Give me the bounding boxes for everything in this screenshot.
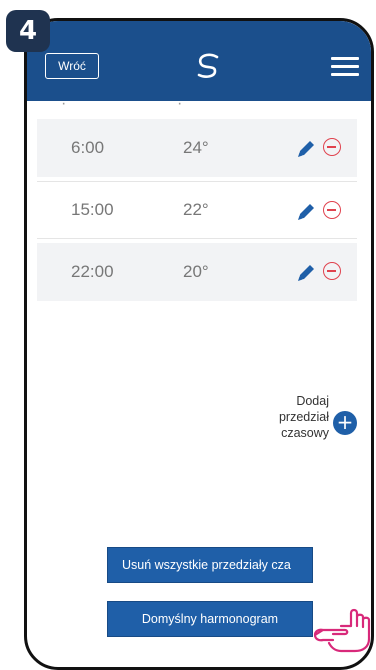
edit-pencil-icon[interactable] <box>295 262 317 284</box>
edit-pencil-icon[interactable] <box>295 138 317 160</box>
phone-frame: Wróć · · 6:00 24° 15:00 22° 22:00 20° Do… <box>24 18 374 670</box>
app-header: Wróć <box>27 21 371 101</box>
remove-interval-icon[interactable] <box>323 262 341 280</box>
remove-interval-icon[interactable] <box>323 138 341 156</box>
add-interval-plus-icon[interactable]: + <box>333 411 357 435</box>
remove-interval-icon[interactable] <box>323 201 341 219</box>
add-interval-label-line: przedział <box>278 410 329 424</box>
add-interval-label[interactable]: Dodaj przedział czasowy <box>247 393 329 441</box>
add-interval-label-line: Dodaj <box>296 394 329 408</box>
add-interval-label-line: czasowy <box>281 426 329 440</box>
interval-time: 6:00 <box>71 138 105 157</box>
schedule-row: 6:00 24° <box>37 119 357 177</box>
back-button[interactable]: Wróć <box>45 53 99 79</box>
interval-time: 15:00 <box>71 200 114 219</box>
pointing-hand-icon <box>313 608 371 653</box>
brand-s-logo-icon <box>197 53 219 78</box>
interval-temperature: 20° <box>183 262 209 281</box>
schedule-row: 22:00 20° <box>37 243 357 301</box>
schedule-row: 15:00 22° <box>37 181 357 239</box>
interval-time: 22:00 <box>71 262 114 281</box>
delete-all-intervals-button[interactable]: Usuń wszystkie przedziały cza <box>107 547 313 583</box>
scrolled-row-remnant: · · <box>27 101 371 119</box>
step-number-badge: 4 <box>6 10 50 52</box>
default-schedule-button[interactable]: Domyślny harmonogram <box>107 601 313 637</box>
interval-temperature: 22° <box>183 200 209 219</box>
edit-pencil-icon[interactable] <box>295 201 317 223</box>
hamburger-menu-icon[interactable] <box>331 57 359 77</box>
interval-temperature: 24° <box>183 138 209 157</box>
